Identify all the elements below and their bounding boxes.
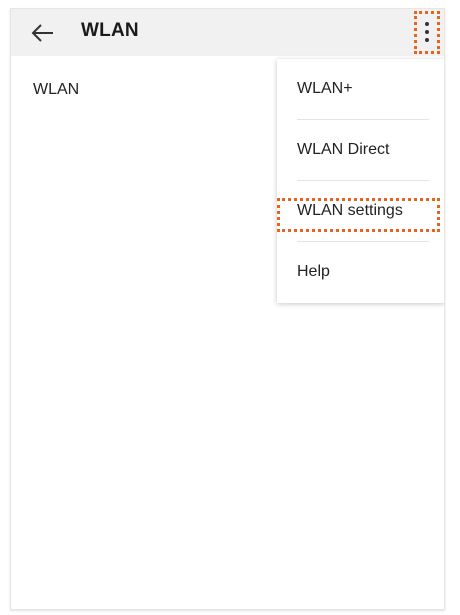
menu-item-wlan-settings[interactable]: WLAN settings bbox=[277, 181, 444, 241]
app-bar: WLAN bbox=[11, 9, 444, 56]
menu-item-wlan-plus[interactable]: WLAN+ bbox=[277, 59, 444, 119]
back-button[interactable] bbox=[29, 19, 57, 47]
phone-screen: WLAN WLAN WLAN+ WLAN Direct WLAN setting… bbox=[10, 8, 445, 610]
arrow-left-icon bbox=[31, 24, 53, 42]
wlan-label: WLAN bbox=[33, 81, 80, 98]
overflow-menu: WLAN+ WLAN Direct WLAN settings Help bbox=[277, 59, 444, 303]
page-title: WLAN bbox=[81, 20, 139, 41]
more-options-button[interactable] bbox=[414, 11, 440, 54]
menu-item-help[interactable]: Help bbox=[277, 242, 444, 302]
menu-item-wlan-direct[interactable]: WLAN Direct bbox=[277, 120, 444, 180]
